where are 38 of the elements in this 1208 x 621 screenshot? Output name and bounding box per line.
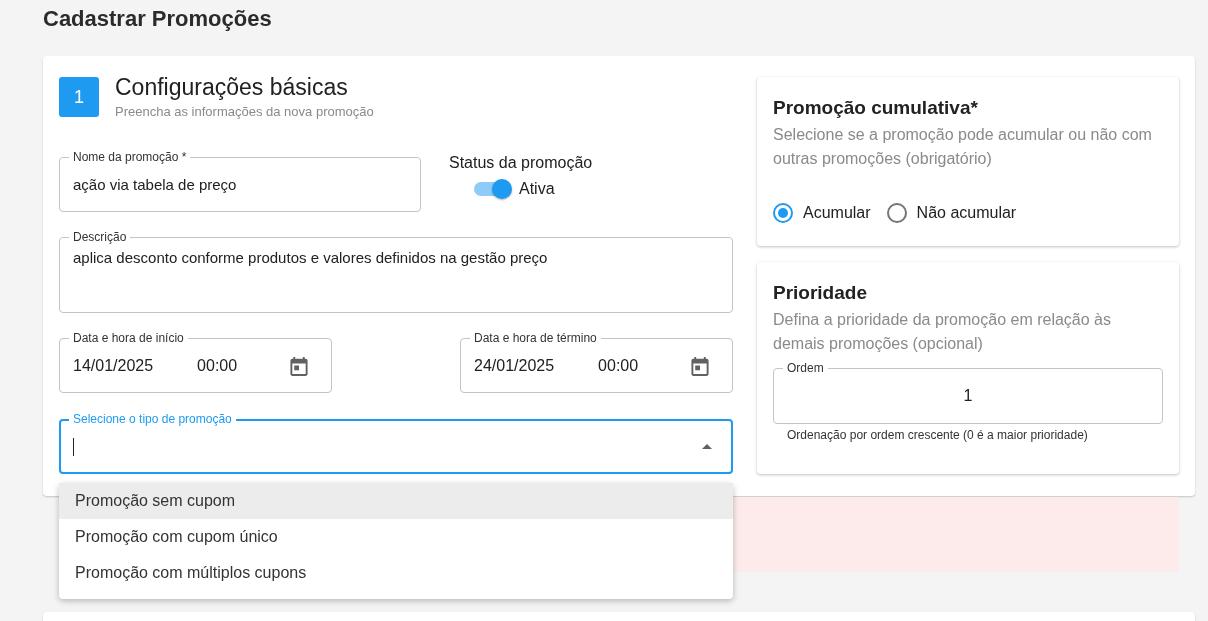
calendar-icon[interactable]: [290, 355, 308, 376]
card-description: Defina a prioridade da promoção em relação às demais promoções (opcional): [773, 310, 1112, 354]
date-time-field[interactable]: Data e hora de término 24/01/2025 00:00: [460, 330, 733, 393]
step-number: 1: [59, 77, 99, 117]
status-text: Ativa: [519, 180, 555, 198]
menu-option[interactable]: Promoção sem cupom: [59, 483, 733, 519]
text-cursor: [73, 437, 74, 456]
date-value: 14/01/2025: [73, 356, 154, 375]
name-field[interactable]: Nome da promoção * ação via tabela de preço: [59, 149, 421, 212]
field-label: Selecione o tipo de promoção: [69, 411, 236, 427]
calendar-icon[interactable]: [691, 355, 709, 376]
time-value: 00:00: [197, 356, 238, 375]
section-title: Configurações básicas: [115, 75, 349, 99]
field-label: Nome da promoção *: [69, 149, 191, 165]
menu-option[interactable]: Promoção com múltiplos cupons: [59, 555, 733, 591]
field-value: ação via tabela de preço: [73, 176, 237, 193]
field-label: Descrição: [69, 229, 131, 245]
time-value: 00:00: [598, 356, 639, 375]
section-subtitle: Preencha as informações da nova promoção: [115, 104, 374, 119]
field-value: aplica desconto conforme produtos e valores definidos na gestão preço: [73, 249, 548, 266]
status-toggle[interactable]: [474, 182, 510, 196]
card-description: Selecione se a promoção pode acumular ou não com outras promoções (obrigatório): [773, 125, 1153, 169]
radio-button[interactable]: [886, 203, 907, 223]
date-time-field[interactable]: Data e hora de início 14/01/2025 00:00: [59, 330, 332, 393]
date-value: 24/01/2025: [474, 356, 555, 375]
status-label: Status da promoção: [449, 154, 593, 172]
field-value: 1: [963, 387, 973, 404]
radio-label[interactable]: Acumular: [803, 204, 871, 222]
description-field[interactable]: Descrição aplica desconto conforme produtos e valores definidos na gestão preço: [59, 229, 733, 313]
order-field[interactable]: Ordem 1: [773, 360, 1163, 424]
radio-label[interactable]: Não acumular: [916, 204, 1017, 222]
caret-icon[interactable]: [702, 444, 712, 449]
card-title: Promoção cumulativa*: [773, 97, 979, 119]
helper-text: Ordenação por ordem crescente (0 é a maior prioridade): [787, 428, 1089, 442]
card-title: Prioridade: [773, 282, 868, 304]
radio-button[interactable]: [773, 203, 793, 223]
menu-option[interactable]: Promoção com cupom único: [59, 519, 733, 555]
page-title: Cadastrar Promoções: [43, 5, 273, 33]
